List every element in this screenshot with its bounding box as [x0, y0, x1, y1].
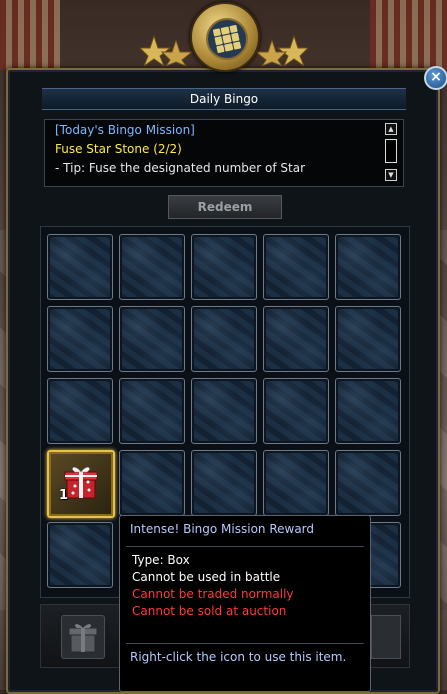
bingo-reward-slot[interactable] [61, 615, 105, 659]
tooltip-divider [126, 643, 364, 644]
close-icon[interactable]: × [424, 66, 447, 90]
tooltip-usage-hint: Right-click the icon to use this item. [130, 650, 347, 664]
bingo-cell[interactable] [119, 234, 185, 300]
tooltip-divider [126, 546, 364, 547]
gift-box-icon [68, 624, 98, 653]
scroll-up-icon[interactable]: ▲ [385, 123, 397, 135]
tooltip-trade-restriction: Cannot be traded normally [132, 587, 294, 601]
bingo-cell[interactable] [335, 306, 401, 372]
bingo-cell[interactable] [119, 450, 185, 516]
bingo-cell[interactable] [335, 378, 401, 444]
bingo-cell[interactable] [335, 450, 401, 516]
scroll-thumb[interactable] [385, 139, 397, 163]
bingo-cell[interactable] [191, 378, 257, 444]
bingo-ornament [140, 0, 308, 82]
bingo-cell[interactable] [263, 450, 329, 516]
background-curtain [370, 0, 447, 70]
reward-slot-right[interactable] [371, 615, 401, 659]
bingo-cell[interactable] [47, 234, 113, 300]
tooltip-battle-restriction: Cannot be used in battle [132, 570, 281, 584]
scroll-down-icon[interactable]: ▼ [385, 169, 397, 181]
mission-text-box: [Today's Bingo Mission] Fuse Star Stone … [44, 119, 404, 187]
bingo-cell[interactable] [263, 234, 329, 300]
background-curtain [0, 0, 60, 70]
bingo-cell[interactable] [263, 378, 329, 444]
gift-box-icon [64, 467, 98, 499]
bingo-cell[interactable] [119, 306, 185, 372]
window-title: Daily Bingo [42, 88, 406, 110]
tooltip-auction-restriction: Cannot be sold at auction [132, 604, 287, 618]
bingo-cell[interactable] [335, 234, 401, 300]
bingo-cell[interactable] [191, 234, 257, 300]
mission-heading: [Today's Bingo Mission] [55, 123, 195, 137]
redeem-button[interactable]: Redeem [168, 195, 282, 219]
bingo-cell[interactable] [47, 522, 113, 588]
bingo-medal-icon [190, 2, 260, 72]
bingo-cell[interactable] [47, 378, 113, 444]
bingo-cell[interactable] [263, 306, 329, 372]
bingo-cell[interactable] [47, 306, 113, 372]
tooltip-title: Intense! Bingo Mission Reward [130, 522, 315, 536]
bingo-reward-cell[interactable]: 1 [47, 450, 115, 518]
bingo-cell[interactable] [191, 450, 257, 516]
item-quantity: 1 [59, 488, 69, 503]
bingo-cell[interactable] [119, 378, 185, 444]
mission-task: Fuse Star Stone (2/2) [55, 142, 182, 156]
mission-scrollbar[interactable]: ▲ ▼ [385, 123, 397, 181]
bingo-cell[interactable] [191, 306, 257, 372]
tooltip-type: Type: Box [132, 553, 190, 567]
mission-tip: - Tip: Fuse the designated number of Sta… [55, 161, 306, 175]
item-tooltip: Intense! Bingo Mission Reward Type: Box … [119, 515, 371, 692]
